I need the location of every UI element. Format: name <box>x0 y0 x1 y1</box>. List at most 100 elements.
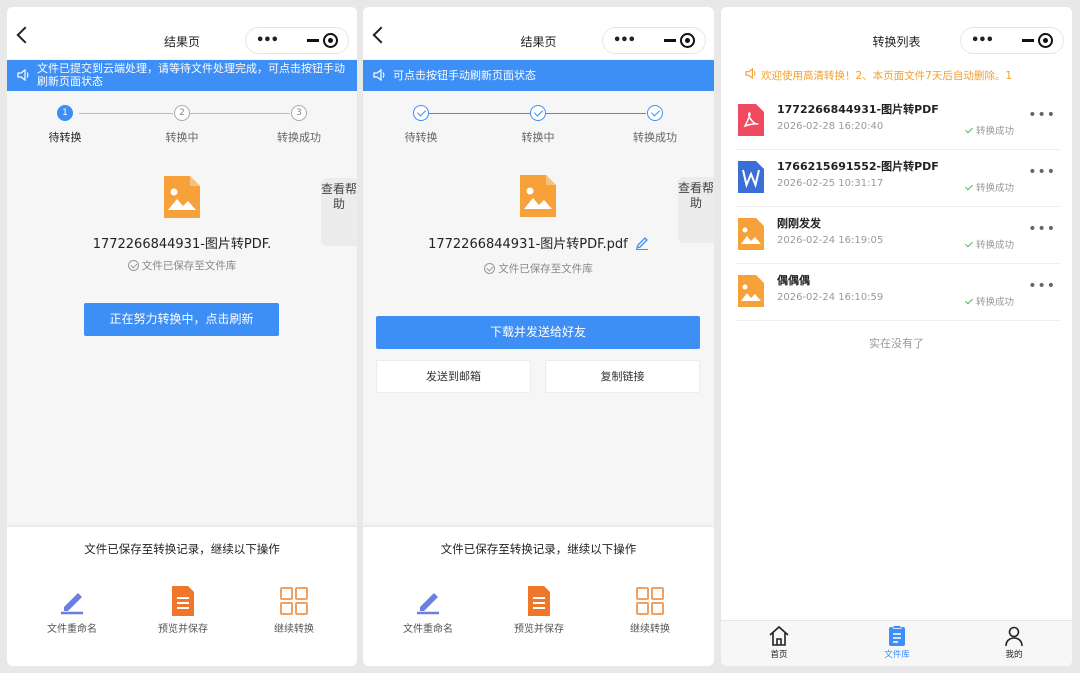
more-dots-icon[interactable]: ••• <box>971 34 994 48</box>
continue-convert-button[interactable]: 继续转换 <box>605 585 695 635</box>
copy-link-button[interactable]: 复制链接 <box>545 360 700 393</box>
step-label-converting: 转换中 <box>521 131 555 144</box>
home-icon <box>769 625 789 646</box>
file-library-icon <box>889 625 905 646</box>
mini-program-capsule: ••• <box>245 27 349 54</box>
step-check-1 <box>413 105 429 121</box>
preview-save-button[interactable]: 预览并保存 <box>494 585 584 635</box>
check-icon <box>965 182 973 191</box>
step-connector <box>429 113 530 114</box>
tab-file-library[interactable]: 文件库 <box>867 625 927 660</box>
result-page-success: 结果页 ••• 可点击按钮手动刷新页面状态 待转换 转换中 转换成功 查看帮助 … <box>363 7 714 666</box>
image-icon <box>738 218 764 250</box>
more-options-icon[interactable]: ••• <box>1028 164 1056 180</box>
file-name-row: 1772266844931-图片转PDF.pdf <box>363 233 714 252</box>
help-label: 查看帮助 <box>678 181 714 210</box>
check-icon <box>965 125 973 134</box>
progress-steps: 1 2 3 待转换 转换中 转换成功 <box>7 105 357 145</box>
status-badge: 转换成功 <box>965 294 1014 308</box>
notice-text: 欢迎使用高清转换！2、本页面文件7天后自动删除。1 <box>761 70 1013 82</box>
image-icon <box>738 275 764 307</box>
preview-save-button[interactable]: 预览并保存 <box>138 585 228 635</box>
step-label-pending: 待转换 <box>48 131 82 144</box>
item-time: 2026-02-24 16:10:59 <box>777 292 884 303</box>
status-badge: 转换成功 <box>965 180 1014 194</box>
edit-pencil-icon[interactable] <box>635 236 649 250</box>
saved-status: 文件已保存至文件库 <box>363 261 714 276</box>
step-label-success: 转换成功 <box>277 131 321 144</box>
notice-text: 文件已提交到云端处理，请等待文件处理完成，可点击按钮手动刷新页面状态 <box>37 62 345 88</box>
list-end-text: 实在没有了 <box>869 337 924 350</box>
tab-bar: 首页 文件库 我的 <box>721 620 1072 666</box>
progress-steps: 待转换 转换中 转换成功 <box>363 105 714 145</box>
pdf-icon <box>738 104 764 136</box>
step-check-2 <box>530 105 546 121</box>
step-label-success: 转换成功 <box>633 131 677 144</box>
speaker-icon <box>745 68 756 79</box>
scrolling-notice: 欢迎使用高清转换！2、本页面文件7天后自动删除。1 <box>721 63 1072 87</box>
step-connector <box>546 113 646 114</box>
speaker-icon <box>373 69 385 81</box>
rename-button[interactable]: 文件重命名 <box>383 585 473 635</box>
file-name: 1772266844931-图片转PDF. <box>92 237 272 252</box>
notice-text: 可点击按钮手动刷新页面状态 <box>393 69 536 82</box>
more-options-icon[interactable]: ••• <box>1028 278 1056 294</box>
step-connector <box>190 113 290 114</box>
bottom-title: 文件已保存至转换记录，继续以下操作 <box>84 542 280 556</box>
conversion-list-page: 转换列表 ••• 欢迎使用高清转换！2、本页面文件7天后自动删除。1 17722… <box>721 7 1072 666</box>
status-badge: 转换成功 <box>965 237 1014 251</box>
word-icon <box>738 161 764 193</box>
item-name: 刚刚发发 <box>777 217 821 230</box>
result-page-converting: 结果页 ••• 文件已提交到云端处理，请等待文件处理完成，可点击按钮手动刷新页面… <box>7 7 357 666</box>
list-item[interactable]: 1766215691552-图片转PDF 2026-02-25 10:31:17… <box>735 150 1060 207</box>
step-connector <box>79 113 173 114</box>
item-time: 2026-02-24 16:19:05 <box>777 235 884 246</box>
document-icon <box>528 586 550 616</box>
step-dot-1: 1 <box>57 105 73 121</box>
more-dots-icon[interactable]: ••• <box>613 34 636 48</box>
more-options-icon[interactable]: ••• <box>1028 221 1056 237</box>
document-icon <box>172 586 194 616</box>
grid-icon <box>636 587 664 615</box>
check-circle-icon <box>127 260 139 271</box>
send-email-button[interactable]: 发送到邮箱 <box>376 360 531 393</box>
item-name: 偶偶偶 <box>777 274 810 287</box>
download-share-button[interactable]: 下载并发送给好友 <box>376 316 700 349</box>
mini-program-capsule: ••• <box>602 27 706 54</box>
item-name: 1766215691552-图片转PDF <box>777 160 939 173</box>
check-icon <box>965 239 973 248</box>
tab-mine[interactable]: 我的 <box>984 625 1044 660</box>
close-target-icon[interactable] <box>323 33 338 48</box>
more-dots-icon[interactable]: ••• <box>256 34 279 48</box>
minimize-icon[interactable] <box>1022 39 1034 42</box>
step-label-pending: 待转换 <box>404 131 438 144</box>
pen-icon <box>61 593 83 615</box>
minimize-icon[interactable] <box>307 39 319 42</box>
step-label-converting: 转换中 <box>165 131 199 144</box>
grid-icon <box>280 587 308 615</box>
rename-button[interactable]: 文件重命名 <box>27 585 117 635</box>
check-icon <box>965 296 973 305</box>
more-options-icon[interactable]: ••• <box>1028 107 1056 123</box>
close-target-icon[interactable] <box>1038 33 1053 48</box>
continue-convert-button[interactable]: 继续转换 <box>249 585 339 635</box>
image-file-icon <box>164 176 200 218</box>
image-file-icon <box>520 175 556 217</box>
step-dot-2: 2 <box>174 105 190 121</box>
tab-home[interactable]: 首页 <box>749 625 809 660</box>
help-label: 查看帮助 <box>321 182 357 211</box>
refresh-button[interactable]: 正在努力转换中，点击刷新 <box>84 303 279 336</box>
list-item[interactable]: 刚刚发发 2026-02-24 16:19:05 转换成功 ••• <box>735 207 1060 264</box>
bottom-action-panel: 文件已保存至转换记录，继续以下操作 文件重命名 预览并保存 继续转换 <box>7 526 357 666</box>
status-badge: 转换成功 <box>965 123 1014 137</box>
nav-bar: 转换列表 ••• <box>721 7 1072 59</box>
check-circle-icon <box>484 263 496 274</box>
minimize-icon[interactable] <box>664 39 676 42</box>
close-target-icon[interactable] <box>680 33 695 48</box>
item-time: 2026-02-28 16:20:40 <box>777 121 884 132</box>
step-dot-3: 3 <box>291 105 307 121</box>
list-item[interactable]: 1772266844931-图片转PDF 2026-02-28 16:20:40… <box>735 93 1060 150</box>
item-name: 1772266844931-图片转PDF <box>777 103 939 116</box>
step-check-3 <box>647 105 663 121</box>
list-item[interactable]: 偶偶偶 2026-02-24 16:10:59 转换成功 ••• <box>735 264 1060 321</box>
